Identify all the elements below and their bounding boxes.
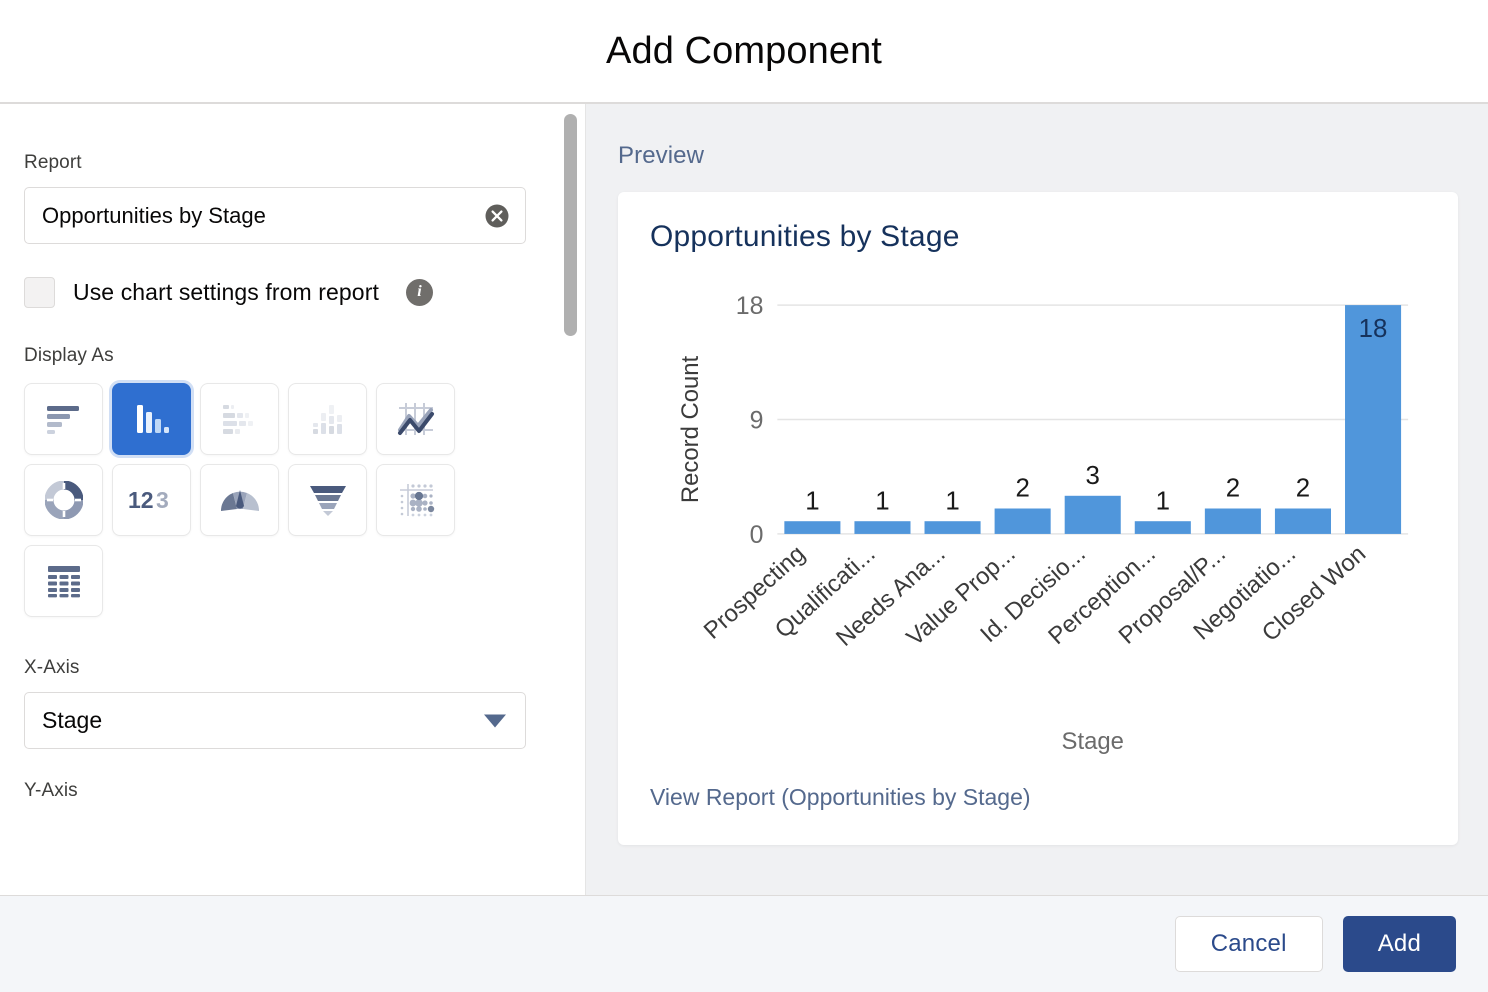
clear-circle-icon[interactable] [484, 203, 510, 229]
settings-scrollbar-thumb[interactable] [564, 114, 577, 336]
cancel-button[interactable]: Cancel [1174, 916, 1323, 972]
modal-footer: Cancel Add [0, 895, 1488, 992]
svg-text:12: 12 [128, 487, 154, 513]
svg-text:1: 1 [875, 487, 889, 515]
chart-type-horizontal-bar[interactable] [24, 383, 103, 455]
report-input[interactable] [24, 187, 526, 244]
chart-type-line[interactable] [376, 383, 455, 455]
chart-type-funnel[interactable] [288, 464, 367, 536]
chart-type-stacked-vertical-bar[interactable] [288, 383, 367, 455]
use-chart-settings-label: Use chart settings from report [73, 278, 379, 305]
report-field-label: Report [24, 152, 82, 173]
info-icon[interactable]: i [405, 278, 433, 306]
svg-text:3: 3 [156, 487, 169, 513]
x-axis-select[interactable]: Stage [24, 692, 526, 749]
use-chart-settings-checkbox[interactable] [24, 276, 55, 308]
svg-text:3: 3 [1086, 462, 1100, 490]
chart-type-scatter[interactable] [376, 464, 455, 536]
use-chart-settings-row: Use chart settings from report i [24, 275, 561, 309]
svg-text:18: 18 [1359, 315, 1388, 343]
settings-scroll-region: Report Use chart settings from report i [0, 104, 585, 895]
svg-text:18: 18 [736, 292, 764, 320]
svg-text:1: 1 [805, 487, 819, 515]
settings-scrollbar[interactable] [564, 104, 577, 895]
chart-type-gauge[interactable] [200, 464, 279, 536]
svg-text:Record Count: Record Count [677, 355, 704, 503]
settings-panel: Report Use chart settings from report i [0, 104, 586, 895]
chart-type-donut[interactable] [24, 464, 103, 536]
svg-text:0: 0 [750, 521, 764, 549]
add-component-modal: Add Component Report Use [0, 0, 1488, 992]
modal-header: Add Component [0, 0, 1488, 104]
chart-type-vertical-bar[interactable] [112, 383, 191, 455]
add-button[interactable]: Add [1342, 916, 1456, 972]
x-axis-label: X-Axis [24, 657, 80, 678]
svg-text:1: 1 [945, 487, 959, 515]
svg-text:2: 2 [1296, 475, 1310, 503]
preview-label: Preview [618, 142, 705, 169]
svg-text:1: 1 [1156, 487, 1170, 515]
view-report-link[interactable]: View Report (Opportunities by Stage) [650, 784, 1031, 811]
svg-text:2: 2 [1226, 475, 1240, 503]
bar-chart: 0918Record Count 1Prospecting1Qualificati… [677, 292, 1409, 755]
x-axis-field: Stage [24, 692, 526, 749]
page-title: Add Component [606, 29, 882, 72]
x-axis-selected-value: Stage [42, 707, 103, 733]
chart-type-metric[interactable]: 12 3 [112, 464, 191, 536]
preview-card: Opportunities by Stage 0 9 18 Record Count 1… [618, 192, 1458, 845]
chart-type-table[interactable] [24, 545, 103, 617]
modal-body: Report Use chart settings from report i [0, 104, 1488, 895]
svg-text:2: 2 [1015, 475, 1029, 503]
chart-title: Opportunities by Stage [650, 220, 960, 253]
report-field [24, 187, 526, 244]
chart-type-stacked-horizontal-bar[interactable] [200, 383, 279, 455]
y-axis-label: Y-Axis [24, 780, 78, 801]
chart-type-grid: 12 3 [24, 383, 455, 617]
display-as-label: Display As [24, 345, 114, 366]
preview-panel: Preview Opportunities by Stage 0 9 18 Recor… [586, 104, 1488, 895]
svg-text:9: 9 [750, 406, 764, 434]
svg-text:Stage: Stage [1062, 728, 1124, 755]
